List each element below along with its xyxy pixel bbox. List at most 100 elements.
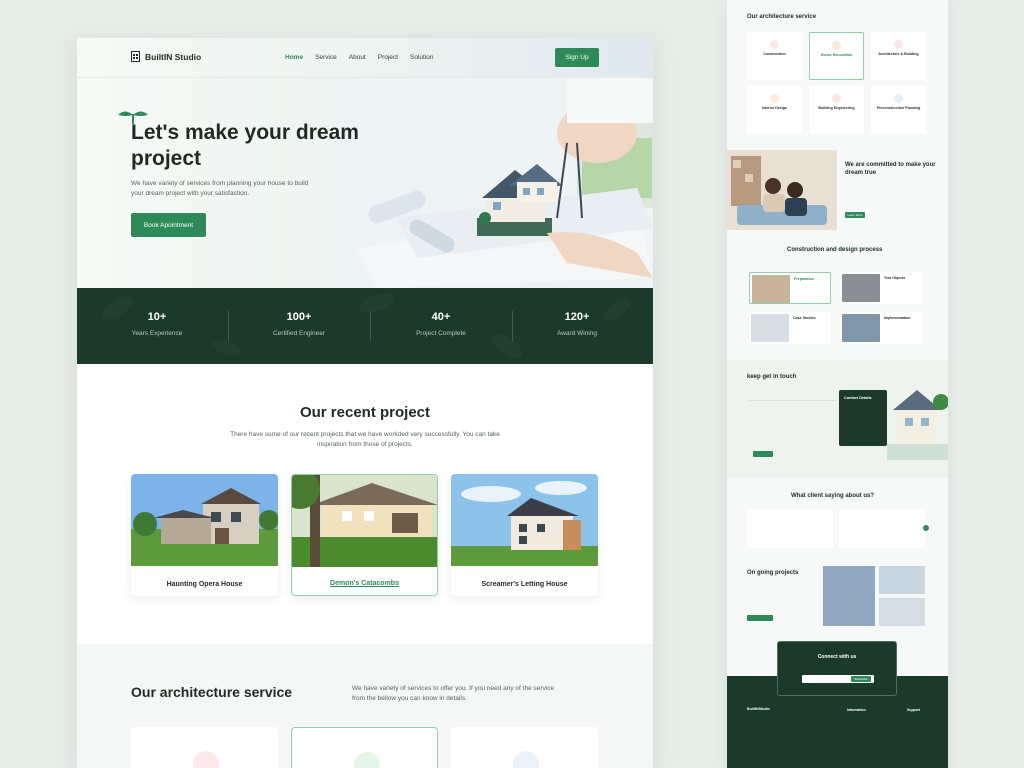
architecture-icon: [894, 40, 903, 49]
contact-details-title: Contact Details: [844, 396, 872, 400]
ongoing-project-image: [879, 566, 925, 594]
subscribe-button[interactable]: Subscribe: [851, 676, 871, 682]
project-name: Demon's Catacombs: [330, 580, 399, 587]
process-image: [751, 314, 789, 342]
send-button[interactable]: [753, 451, 773, 457]
interior-design-icon: [770, 94, 779, 103]
process-card[interactable]: Test Objects: [840, 272, 922, 304]
stat-value: 100+: [286, 311, 312, 323]
ongoing-project-image: [823, 566, 875, 626]
footer-column-title: Support: [907, 708, 920, 712]
nav-link-about[interactable]: About: [349, 54, 366, 61]
ongoing-project-image: [879, 598, 925, 626]
process-step: Implementation: [884, 316, 911, 320]
landing-page: BuiltIN Studio Home Service About Projec…: [77, 38, 653, 768]
nav-link-solution[interactable]: Solution: [410, 54, 434, 61]
preview-service-card[interactable]: Construction: [747, 32, 802, 80]
house-renovation-icon: [832, 41, 841, 50]
service-card[interactable]: [131, 727, 278, 768]
process-step: Case Studies: [793, 316, 816, 320]
book-appointment-button[interactable]: Book Apointment: [131, 213, 206, 237]
stat-label: Award Wining: [557, 330, 597, 337]
stats-bar: 10+ Years Experience 100+ Certified Engi…: [77, 288, 653, 364]
project-card[interactable]: Demon's Catacombs: [291, 474, 438, 596]
touch-title: keep get in touch: [747, 374, 797, 380]
preview-service-name: Interior Design: [761, 106, 788, 110]
arrow-right-icon[interactable]: [923, 525, 929, 531]
testimonial-card: [839, 510, 925, 548]
preview-service-card[interactable]: Building Engineering: [809, 86, 864, 134]
process-card[interactable]: Case Studies: [749, 312, 831, 344]
learn-more-button[interactable]: Learn More: [845, 212, 865, 218]
preview-service-card[interactable]: House Renovation: [809, 32, 864, 80]
project-image: [292, 475, 437, 567]
project-name: Screamer's Letting House: [481, 581, 568, 588]
house-illustration: [887, 390, 948, 460]
footer-column: Information: [847, 707, 866, 714]
footer: Connect with us Subscribe BuiltINStudio …: [727, 641, 948, 768]
process-image: [752, 275, 790, 303]
section-subtitle: We have variety of services to offer you…: [352, 685, 555, 702]
stat-value: 10+: [147, 311, 167, 323]
planning-icon: [894, 94, 903, 103]
nav-link-project[interactable]: Project: [378, 54, 398, 61]
project-card[interactable]: Screamer's Letting House: [451, 474, 598, 596]
construction-icon: [770, 40, 779, 49]
stat-label: Years Experience: [131, 330, 183, 337]
architecture-icon: [513, 751, 539, 768]
preview-service-name: House Renovation: [820, 53, 853, 57]
newsletter-card: Connect with us Subscribe: [777, 641, 897, 696]
committed-title: We are committed to make your dream true: [845, 162, 936, 176]
nav-link-service[interactable]: Service: [315, 54, 337, 61]
process-step: Preparation: [794, 277, 814, 281]
stat-divider: [228, 311, 229, 341]
stat-item: 40+ Project Complete: [381, 311, 501, 337]
stat-label: Certified Engineer: [272, 330, 326, 337]
stat-item: 100+ Certified Engineer: [239, 311, 359, 337]
sign-up-button[interactable]: Sign Up: [555, 48, 599, 67]
brand-logo[interactable]: BuiltIN Studio: [131, 51, 201, 62]
process-card[interactable]: Preparation: [749, 272, 831, 304]
nav-link-home[interactable]: Home: [285, 54, 303, 61]
section-title: Our recent project: [299, 404, 431, 421]
stat-item: 120+ Award Wining: [517, 311, 637, 337]
process-title: Construction and design process: [787, 247, 883, 253]
page-preview: Our architecture service Construction Ho…: [727, 0, 948, 768]
architecture-service-section: Our architecture service We have variety…: [77, 644, 653, 768]
preview-service-card[interactable]: Preconstruction Planning: [871, 86, 926, 134]
service-card[interactable]: [291, 727, 438, 768]
ongoing-title: On going projects: [747, 570, 799, 576]
preview-service-title: Our architecture service: [747, 14, 817, 20]
process-card[interactable]: Implementation: [840, 312, 922, 344]
project-name: Haunting Opera House: [166, 581, 243, 588]
family-photo: [727, 150, 837, 230]
project-image: [131, 474, 278, 566]
preview-service-name: Architecture & Building: [878, 52, 919, 56]
process-image: [842, 274, 880, 302]
stat-value: 40+: [431, 311, 451, 323]
preview-service-name: Construction: [763, 52, 786, 56]
project-image: [451, 474, 598, 566]
section-title: Our architecture service: [131, 684, 293, 700]
testimonial-card: [747, 510, 833, 548]
hero-title: Let's make your dream project: [131, 121, 359, 170]
contact-details-card: Contact Details: [839, 390, 887, 446]
hero-illustration: [337, 78, 653, 288]
footer-column-title: Information: [847, 708, 866, 712]
contact-form[interactable]: [749, 400, 837, 456]
testimonial-title: What client saying about us?: [791, 493, 875, 499]
recent-projects-section: Our recent project There have some of ou…: [77, 364, 653, 644]
stat-divider: [512, 311, 513, 341]
hero-section: BuiltIN Studio Home Service About Projec…: [77, 38, 653, 288]
preview-service-card[interactable]: Interior Design: [747, 86, 802, 134]
process-step: Test Objects: [884, 276, 906, 280]
hero-subtitle: We have variety of services from plannin…: [131, 180, 309, 197]
service-card[interactable]: [451, 727, 598, 768]
building-icon: [131, 51, 140, 62]
preview-service-card[interactable]: Architecture & Building: [871, 32, 926, 80]
stat-item: 10+ Years Experience: [97, 311, 217, 337]
construction-icon: [193, 751, 219, 768]
see-all-button[interactable]: [747, 615, 773, 621]
stat-value: 120+: [564, 311, 590, 323]
project-card[interactable]: Haunting Opera House: [131, 474, 278, 596]
